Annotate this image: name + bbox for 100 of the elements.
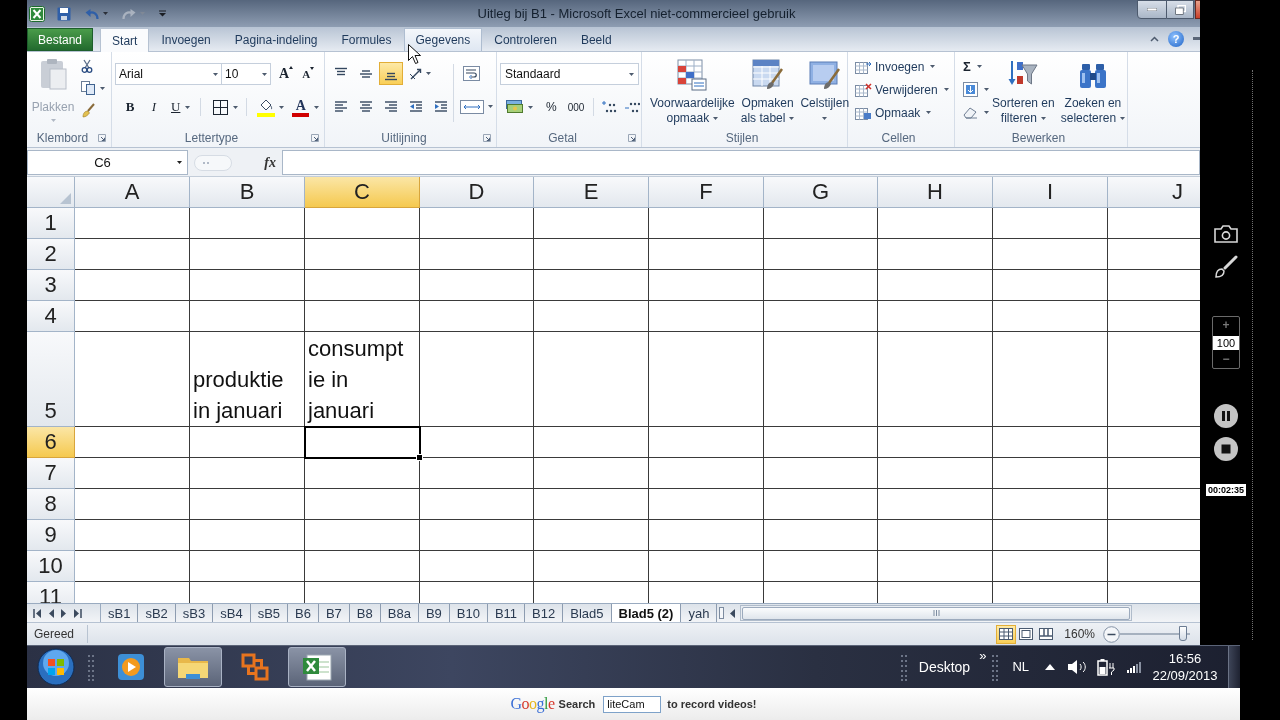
empty-cell[interactable] [305,519,420,551]
name-box[interactable]: C6 [27,150,188,175]
empty-cell[interactable] [764,519,878,551]
stop-icon[interactable] [1214,437,1238,461]
autosum-button[interactable]: Σ [963,55,989,78]
empty-cell[interactable] [420,488,534,520]
empty-cell[interactable] [649,300,764,332]
empty-cell[interactable] [764,426,878,458]
taskbar-app-button[interactable] [288,647,346,687]
cells-menu-button[interactable]: Opmaak [855,101,954,124]
empty-cell[interactable] [305,488,420,520]
empty-cell[interactable] [993,300,1108,332]
empty-cell[interactable] [993,488,1108,520]
empty-cell[interactable] [190,488,305,520]
thousands-button[interactable]: 000 [567,99,585,115]
empty-cell[interactable] [305,550,420,582]
column-header[interactable]: B [190,176,305,208]
dialog-launcher-icon[interactable] [628,134,636,143]
row-header[interactable]: 9 [27,519,75,551]
brush-icon[interactable] [1214,255,1238,279]
down-arrow-box-icon[interactable] [963,82,978,97]
active-cell[interactable] [305,426,420,458]
empty-cell[interactable] [420,300,534,332]
file-tab[interactable]: Bestand [27,28,94,51]
borders-grid-icon[interactable] [213,99,229,115]
shrink-font-button[interactable]: A [302,67,315,81]
empty-cell[interactable] [420,457,534,489]
row-header[interactable]: 10 [27,550,75,582]
ribbon-tab[interactable]: Controleren [482,28,569,51]
row-header[interactable]: 1 [27,207,75,239]
empty-cell[interactable] [420,269,534,301]
ribbon-tab[interactable]: Start [100,28,150,52]
search-field[interactable]: liteCam [603,695,662,713]
zoom-level-button[interactable]: 160% [1064,625,1095,644]
banknotes-icon[interactable] [506,99,523,115]
wrap-text-icon[interactable] [463,66,480,81]
zoom-slider-thumb[interactable] [1179,626,1187,642]
row-header[interactable]: 3 [27,269,75,301]
empty-cell[interactable] [764,300,878,332]
empty-cell[interactable] [993,457,1108,489]
empty-cell[interactable] [649,426,764,458]
empty-cell[interactable] [993,269,1108,301]
clock[interactable]: 16:56 22/09/2013 [1150,650,1220,684]
empty-cell[interactable] [878,300,993,332]
show-desktop-button[interactable] [1228,645,1240,689]
number-format-dropdown[interactable]: Standaard [500,63,639,85]
empty-cell[interactable] [190,269,305,301]
column-header[interactable]: A [75,176,190,208]
dialog-launcher-icon[interactable] [311,134,319,143]
percent-button[interactable]: % [546,98,557,116]
fill-handle[interactable] [416,453,423,461]
taskbar-app-button[interactable] [164,647,222,687]
empty-cell[interactable] [420,207,534,239]
row-header[interactable]: 8 [27,488,75,520]
increase-decimal-icon[interactable] [601,100,618,114]
ribbon-tab[interactable]: Gegevens [403,28,483,51]
empty-cell[interactable] [305,207,420,239]
empty-cell[interactable] [649,238,764,270]
empty-cell[interactable] [764,269,878,301]
minimize-button[interactable] [1137,0,1167,19]
cell-styles-button[interactable]: Celstijlen [797,52,853,130]
empty-cell[interactable] [878,519,993,551]
empty-cell[interactable] [878,238,993,270]
bold-button[interactable]: B [123,97,137,117]
up-triangle-icon[interactable] [1045,664,1055,670]
empty-cell[interactable] [190,300,305,332]
empty-cell[interactable] [878,269,993,301]
scissors-icon[interactable] [81,59,93,73]
empty-cell[interactable] [190,457,305,489]
start-button[interactable] [37,648,75,686]
empty-cell[interactable] [993,519,1108,551]
restore-button[interactable] [1167,0,1194,19]
view-button[interactable] [996,624,1017,644]
tab-split-handle[interactable] [719,607,725,620]
ribbon-tab[interactable]: Pagina-indeling [222,28,330,51]
italic-button[interactable]: I [148,97,160,117]
column-header[interactable]: E [534,176,649,208]
empty-cell[interactable] [764,238,878,270]
empty-cell[interactable] [764,488,878,520]
empty-cell[interactable] [190,519,305,551]
next-sheet-icon[interactable] [61,608,67,618]
grid-arrow-icon[interactable] [855,59,872,74]
empty-cell[interactable] [305,238,420,270]
row-header[interactable]: 4 [27,300,75,332]
zoom-control[interactable]: + 100 − [1212,316,1240,369]
chevron-up-icon[interactable] [1150,35,1159,42]
scroll-left-icon[interactable] [729,608,735,618]
insert-function-button[interactable]: fx [264,152,276,174]
empty-cell[interactable] [649,269,764,301]
empty-cell[interactable] [534,269,649,301]
empty-cell[interactable] [993,331,1108,427]
font-color-button[interactable]: A [292,97,320,117]
grid-cross-icon[interactable] [855,82,872,97]
column-header[interactable]: I [993,176,1108,208]
empty-cell[interactable] [305,269,420,301]
customize-toolbar-icon[interactable] [159,10,166,17]
speaker-icon[interactable] [1067,659,1089,675]
empty-cell[interactable] [534,331,649,427]
column-header[interactable]: H [878,176,993,208]
language-indicator[interactable]: NL [1012,657,1029,677]
